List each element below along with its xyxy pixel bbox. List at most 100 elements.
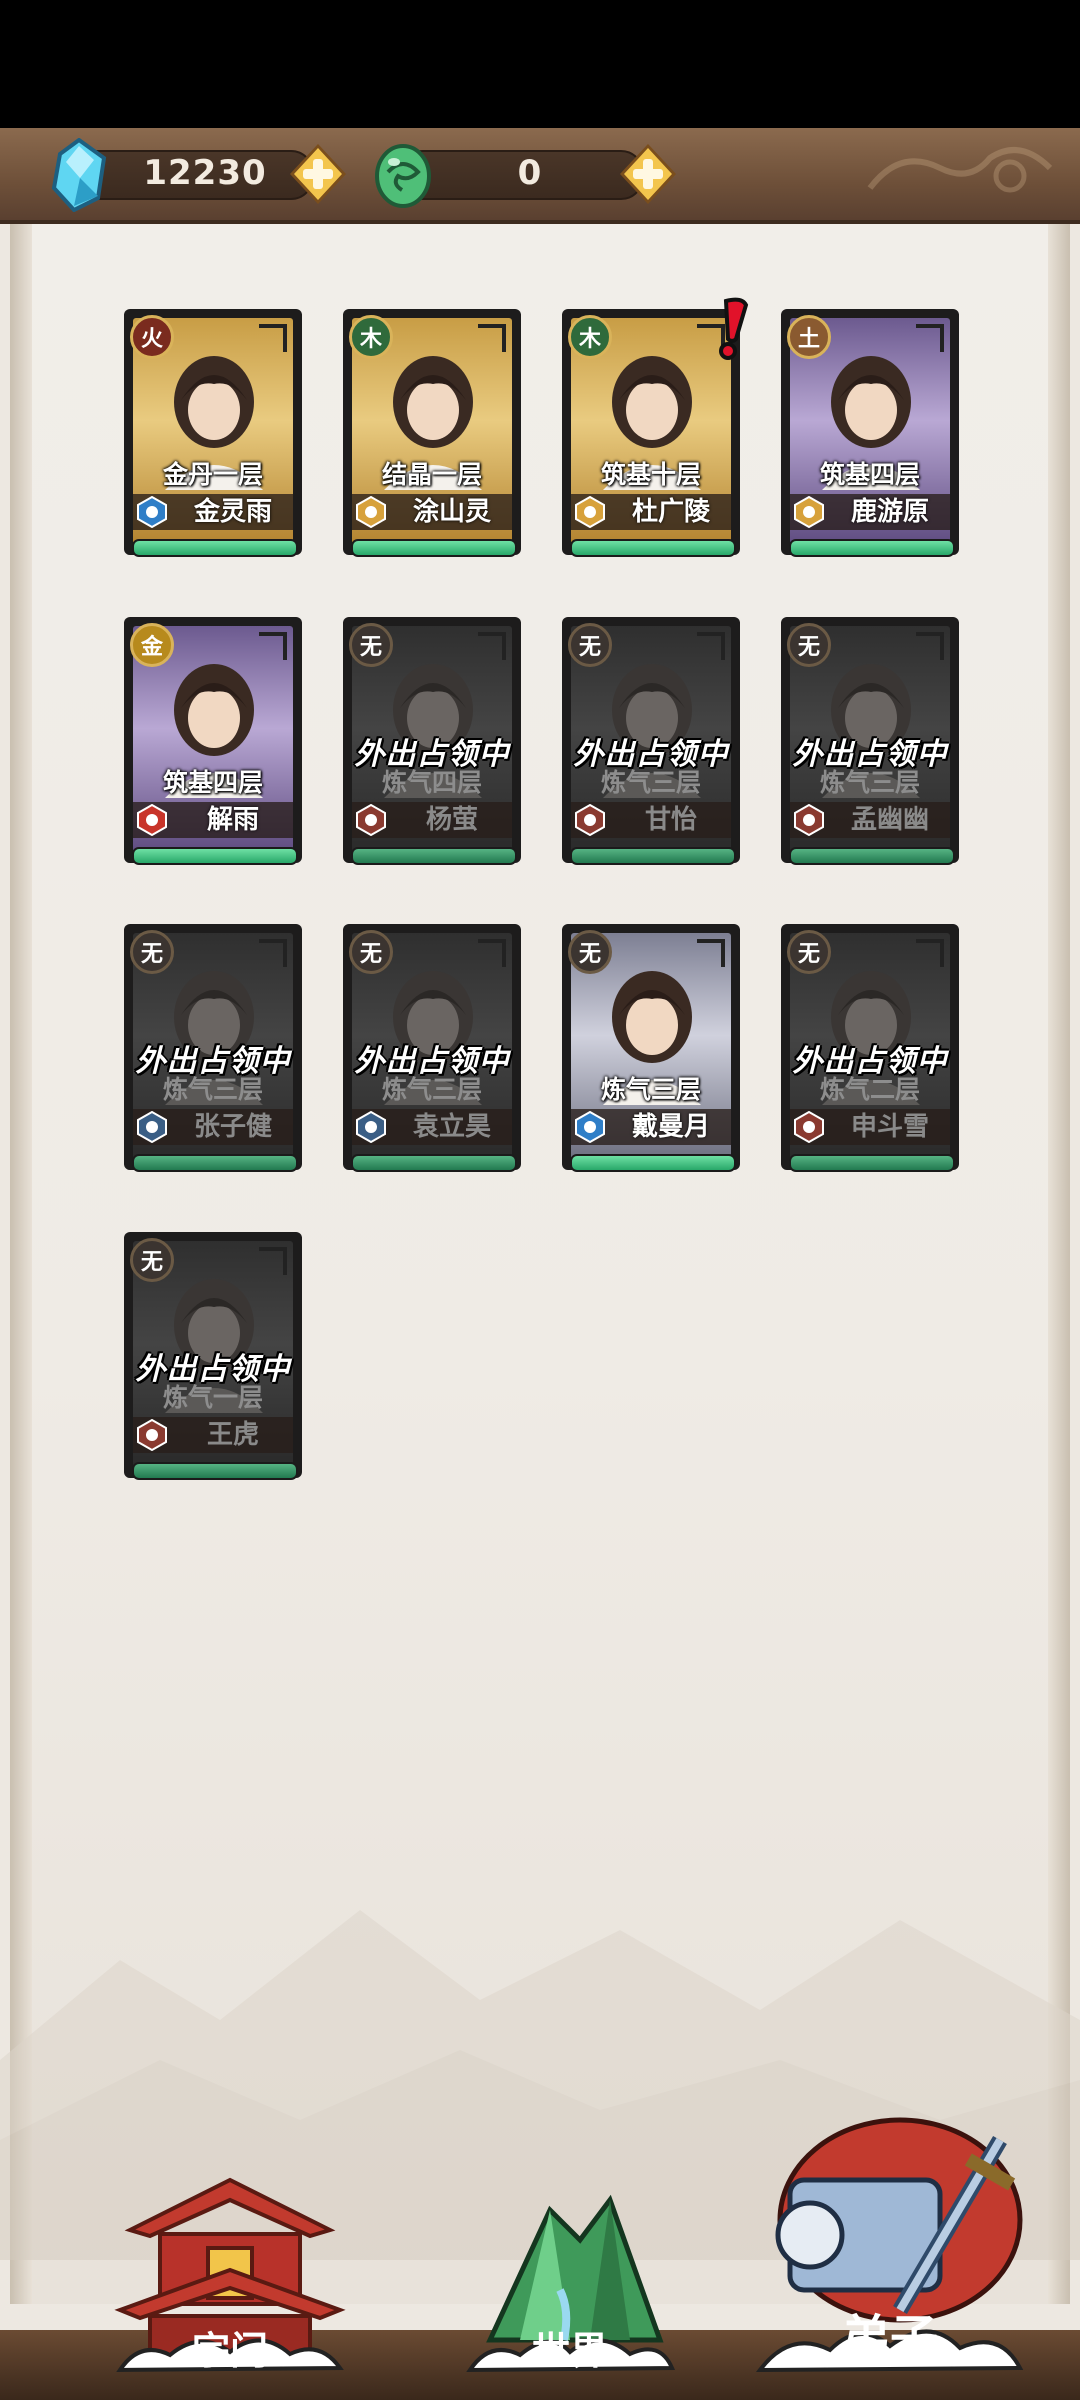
card-corner-ornament: [916, 324, 944, 352]
disciple-name: 解雨: [206, 805, 259, 835]
vitality-bar: [570, 1154, 736, 1172]
card-corner-ornament: [259, 632, 287, 660]
disciple-card[interactable]: 无 炼气二层 申斗雪 外出占领中: [781, 924, 959, 1182]
away-status-label: 外出占领中: [354, 1044, 510, 1079]
card-corner-ornament: [697, 632, 725, 660]
spirit-egg-icon: [375, 144, 431, 208]
element-badge-icon: 无: [787, 623, 831, 667]
disciple-card[interactable]: 无 炼气四层 杨萤 外出占领中: [343, 617, 521, 875]
disciple-card[interactable]: 无 炼气三层 戴曼月: [562, 924, 740, 1182]
sect-role-icon: [794, 804, 824, 836]
disciple-name: 杨萤: [425, 805, 478, 835]
cultivation-realm: 筑基四层: [819, 460, 920, 489]
vitality-bar: [570, 539, 736, 557]
sect-role-icon: [794, 1111, 824, 1143]
disciple-name: 张子健: [193, 1112, 272, 1142]
vitality-bar: [351, 847, 517, 865]
disciple-card[interactable]: 木 结晶一层 涂山灵: [343, 309, 521, 567]
element-badge-icon: 无: [349, 930, 393, 974]
sect-role-icon: [356, 496, 386, 528]
disciple-name: 戴曼月: [631, 1112, 710, 1142]
spirit-stone-count: 12230: [143, 153, 267, 193]
disciple-name: 甘怡: [644, 805, 697, 835]
element-badge-icon: 无: [568, 930, 612, 974]
away-status-label: 外出占领中: [354, 737, 510, 772]
vitality-bar: [132, 539, 298, 557]
sect-role-icon: [356, 804, 386, 836]
element-badge-icon: 木: [349, 315, 393, 359]
add-spirit-egg-button[interactable]: [616, 142, 680, 206]
vitality-bar: [789, 847, 955, 865]
vitality-bar: [789, 1154, 955, 1172]
card-corner-ornament: [259, 939, 287, 967]
nav-world-label: 世界: [531, 2328, 608, 2373]
disciple-card[interactable]: 无 炼气三层 孟幽幽 外出占领中: [781, 617, 959, 875]
sect-role-icon: [575, 1111, 605, 1143]
element-badge-icon: 火: [130, 315, 174, 359]
away-status-label: 外出占领中: [792, 737, 948, 772]
vitality-bar: [132, 847, 298, 865]
element-badge-icon: 无: [787, 930, 831, 974]
disciple-card[interactable]: 无 炼气三层 甘怡 外出占领中: [562, 617, 740, 875]
disciple-name: 王虎: [206, 1420, 259, 1450]
alert-exclamation-icon: [719, 297, 749, 360]
element-badge-icon: 土: [787, 315, 831, 359]
vitality-bar: [132, 1154, 298, 1172]
sect-role-icon: [137, 496, 167, 528]
cultivation-realm: 金丹一层: [162, 460, 263, 489]
card-corner-ornament: [478, 939, 506, 967]
card-corner-ornament: [478, 324, 506, 352]
card-corner-ornament: [697, 939, 725, 967]
sect-role-icon: [137, 804, 167, 836]
disciple-card[interactable]: 无 炼气一层 王虎 外出占领中: [124, 1232, 302, 1490]
element-badge-icon: 无: [568, 623, 612, 667]
disciple-card[interactable]: 木 筑基十层 杜广陵: [562, 297, 749, 567]
add-spirit-stone-button[interactable]: [286, 142, 350, 206]
disciple-card[interactable]: 火 金丹一层 金灵雨: [124, 309, 302, 567]
status-bar: [0, 0, 1080, 128]
cloud-swirl-decoration: [867, 147, 1053, 193]
spirit-egg-count: 0: [517, 153, 543, 193]
currency-header: 12230 0: [0, 128, 1080, 224]
vitality-bar: [570, 847, 736, 865]
card-corner-ornament: [478, 632, 506, 660]
disciple-name: 涂山灵: [412, 497, 491, 527]
nav-sect-button[interactable]: 宗门: [110, 2170, 350, 2400]
away-status-label: 外出占领中: [573, 737, 729, 772]
disciple-card[interactable]: 无 炼气三层 袁立昊 外出占领中: [343, 924, 521, 1182]
disciple-card[interactable]: 金 筑基四层 解雨: [124, 617, 302, 875]
element-badge-icon: 无: [130, 1238, 174, 1282]
away-status-label: 外出占领中: [135, 1352, 291, 1387]
nav-sect-label: 宗门: [191, 2328, 268, 2373]
cultivation-realm: 炼气三层: [600, 1075, 701, 1104]
nav-disciples-button[interactable]: 弟子: [750, 2110, 1030, 2400]
disciple-card[interactable]: 土 筑基四层 鹿游原: [781, 309, 959, 567]
disciple-name: 袁立昊: [412, 1112, 491, 1142]
spirit-stone-icon: [51, 138, 107, 212]
cultivation-realm: 结晶一层: [381, 460, 482, 489]
sect-role-icon: [794, 496, 824, 528]
nav-world-button[interactable]: 世界: [460, 2170, 680, 2400]
disciple-name: 申斗雪: [850, 1112, 929, 1142]
vitality-bar: [351, 1154, 517, 1172]
element-badge-icon: 木: [568, 315, 612, 359]
sect-role-icon: [137, 1419, 167, 1451]
away-status-label: 外出占领中: [792, 1044, 948, 1079]
card-corner-ornament: [916, 939, 944, 967]
sect-role-icon: [356, 1111, 386, 1143]
disciple-name: 鹿游原: [850, 497, 929, 527]
cultivation-realm: 筑基十层: [600, 460, 701, 489]
vitality-bar: [351, 539, 517, 557]
vitality-bar: [132, 1462, 298, 1480]
disciple-card[interactable]: 无 炼气三层 张子健 外出占领中: [124, 924, 302, 1182]
card-corner-ornament: [259, 1247, 287, 1275]
element-badge-icon: 金: [130, 623, 174, 667]
sect-role-icon: [575, 496, 605, 528]
vitality-bar: [789, 539, 955, 557]
disciple-name: 孟幽幽: [850, 805, 929, 835]
element-badge-icon: 无: [130, 930, 174, 974]
card-corner-ornament: [916, 632, 944, 660]
sect-role-icon: [137, 1111, 167, 1143]
element-badge-icon: 无: [349, 623, 393, 667]
disciple-name: 杜广陵: [631, 497, 710, 527]
